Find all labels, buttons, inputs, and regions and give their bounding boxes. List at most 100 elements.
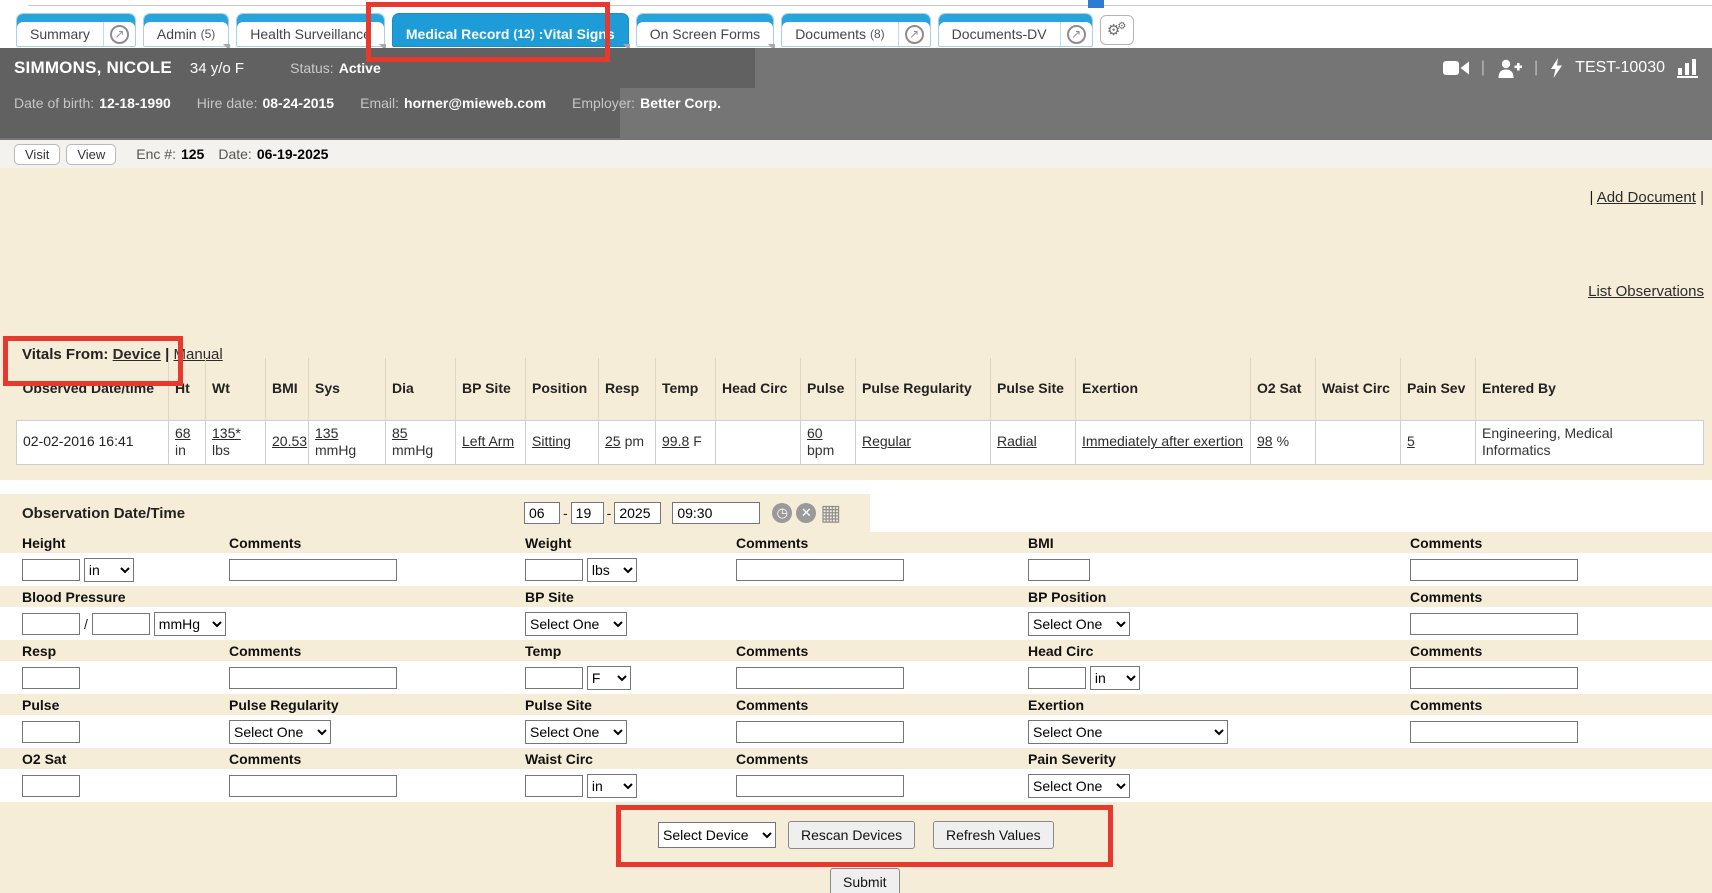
refresh-values-button[interactable]: Refresh Values (933, 821, 1054, 849)
cell-ht: 68in (169, 420, 206, 464)
bp-unit-select[interactable]: mmHg (154, 612, 226, 636)
separator-strip (0, 480, 1712, 494)
waist-circ-input[interactable] (525, 775, 583, 797)
cell-dia: 85mmHg (386, 420, 456, 464)
cell-entered-by: Engineering, Medical Informatics (1476, 420, 1704, 464)
pulse-regularity-value-link[interactable]: Regular (862, 433, 911, 449)
exertion-select[interactable]: Select One (1028, 720, 1228, 744)
rescan-devices-button[interactable]: Rescan Devices (788, 821, 915, 849)
bp-site-select[interactable]: Select One (525, 612, 627, 636)
weight-input[interactable] (525, 559, 583, 581)
popout-icon[interactable]: ↗ (103, 22, 135, 46)
bp-comments-input[interactable] (1410, 613, 1578, 635)
pulse-regularity-select[interactable]: Select One (229, 720, 331, 744)
o2-sat-value-link[interactable]: 98 (1257, 433, 1273, 449)
temp-input[interactable] (525, 667, 583, 689)
bmi-comments-input[interactable] (1410, 559, 1578, 581)
calendar-icon[interactable]: ▦ (820, 503, 841, 523)
popout-icon[interactable]: ↗ (1060, 22, 1092, 46)
lightning-bolt-icon[interactable] (1550, 58, 1563, 78)
bmi-input[interactable] (1028, 559, 1090, 581)
list-observations-link[interactable]: List Observations (1588, 283, 1704, 300)
tab-on-screen-forms[interactable]: On Screen Forms (636, 13, 774, 47)
video-camera-icon[interactable] (1443, 59, 1469, 77)
pulse-label: Pulse (0, 694, 229, 715)
waist-circ-unit-select[interactable]: in (587, 774, 637, 798)
resp-comments-input[interactable] (229, 667, 397, 689)
obs-year-input[interactable] (614, 502, 661, 524)
encounter-bar: Visit View Enc #: 125 Date: 06-19-2025 (0, 140, 1712, 168)
col-pulse: Pulse (801, 358, 856, 420)
submit-button[interactable]: Submit (830, 868, 900, 893)
comments-label: Comments (229, 640, 525, 661)
tab-label: Summary (30, 26, 90, 42)
tab-health-surveillance[interactable]: Health Surveillance (236, 13, 385, 47)
exertion-value-link[interactable]: Immediately after exertion (1082, 433, 1243, 449)
temp-comments-input[interactable] (736, 667, 904, 689)
pulse-value-link[interactable]: 60 (807, 425, 823, 441)
popout-icon[interactable]: ↗ (898, 22, 930, 46)
weight-unit-select[interactable]: lbs (587, 558, 637, 582)
head-circ-input[interactable] (1028, 667, 1086, 689)
cell-waist-circ (1316, 420, 1401, 464)
pulse-comments-input[interactable] (736, 721, 904, 743)
temp-label: Temp (525, 640, 736, 661)
tab-documents[interactable]: Documents (8) ↗ (781, 13, 930, 47)
o2-sat-comments-input[interactable] (229, 775, 397, 797)
pain-sev-value-link[interactable]: 5 (1407, 433, 1415, 449)
pulse-input[interactable] (22, 721, 80, 743)
temp-unit-select[interactable]: F (587, 666, 631, 690)
bp-diastolic-input[interactable] (92, 613, 150, 635)
view-button[interactable]: View (66, 144, 116, 165)
clock-icon[interactable]: ◷ (772, 503, 792, 523)
bp-site-value-link[interactable]: Left Arm (462, 433, 514, 449)
col-bmi: BMI (266, 358, 309, 420)
col-waist-circ: Waist Circ (1316, 358, 1401, 420)
resp-input[interactable] (22, 667, 80, 689)
resp-label: Resp (0, 640, 229, 661)
temp-value-link[interactable]: 99.8 (662, 433, 689, 449)
pulse-site-value-link[interactable]: Radial (997, 433, 1037, 449)
cell-observed: 02-02-2016 16:41 (17, 420, 169, 464)
tab-medical-record-vital-signs[interactable]: Medical Record (12):Vital Signs (392, 13, 629, 47)
head-circ-comments-input[interactable] (1410, 667, 1578, 689)
exertion-comments-input[interactable] (1410, 721, 1578, 743)
obs-time-input[interactable] (672, 502, 760, 524)
settings-gear-icon[interactable]: ⚙⚙ (1100, 15, 1134, 45)
email-label: Email: (360, 95, 399, 111)
obs-day-input[interactable] (571, 502, 604, 524)
height-input[interactable] (22, 559, 80, 581)
bp-position-select[interactable]: Select One (1028, 612, 1130, 636)
add-document-link[interactable]: Add Document (1597, 189, 1696, 206)
obs-month-input[interactable] (524, 502, 560, 524)
wt-value-link[interactable]: 135* (212, 425, 241, 441)
ht-value-link[interactable]: 68 (175, 425, 191, 441)
email-value: horner@mieweb.com (404, 95, 546, 111)
height-unit-select[interactable]: in (84, 558, 134, 582)
weight-comments-input[interactable] (736, 559, 904, 581)
visit-button[interactable]: Visit (14, 144, 60, 165)
add-person-icon[interactable] (1497, 59, 1522, 78)
tab-summary[interactable]: Summary ↗ (16, 13, 136, 47)
bmi-value-link[interactable]: 20.53 (272, 433, 307, 449)
o2-sat-input[interactable] (22, 775, 80, 797)
pain-severity-select[interactable]: Select One (1028, 774, 1130, 798)
enc-number-value: 125 (181, 146, 204, 162)
head-circ-unit-select[interactable]: in (1090, 666, 1140, 690)
cell-pulse-site: Radial (991, 420, 1076, 464)
bar-chart-icon[interactable] (1677, 58, 1698, 78)
pulse-site-select[interactable]: Select One (525, 720, 627, 744)
dia-value-link[interactable]: 85 (392, 425, 408, 441)
tab-admin[interactable]: Admin (5) (143, 13, 229, 47)
position-value-link[interactable]: Sitting (532, 433, 571, 449)
resp-value-link[interactable]: 25 (605, 433, 621, 449)
select-device-dropdown[interactable]: Select Device (658, 822, 776, 848)
sys-value-link[interactable]: 135 (315, 425, 338, 441)
tab-bar: Summary ↗ Admin (5) Health Surveillance … (16, 13, 1712, 47)
height-label: Height (0, 532, 229, 553)
waist-circ-comments-input[interactable] (736, 775, 904, 797)
clear-date-icon[interactable]: ✕ (796, 503, 816, 523)
tab-documents-dv[interactable]: Documents-DV ↗ (938, 13, 1093, 47)
height-comments-input[interactable] (229, 559, 397, 581)
bp-systolic-input[interactable] (22, 613, 80, 635)
